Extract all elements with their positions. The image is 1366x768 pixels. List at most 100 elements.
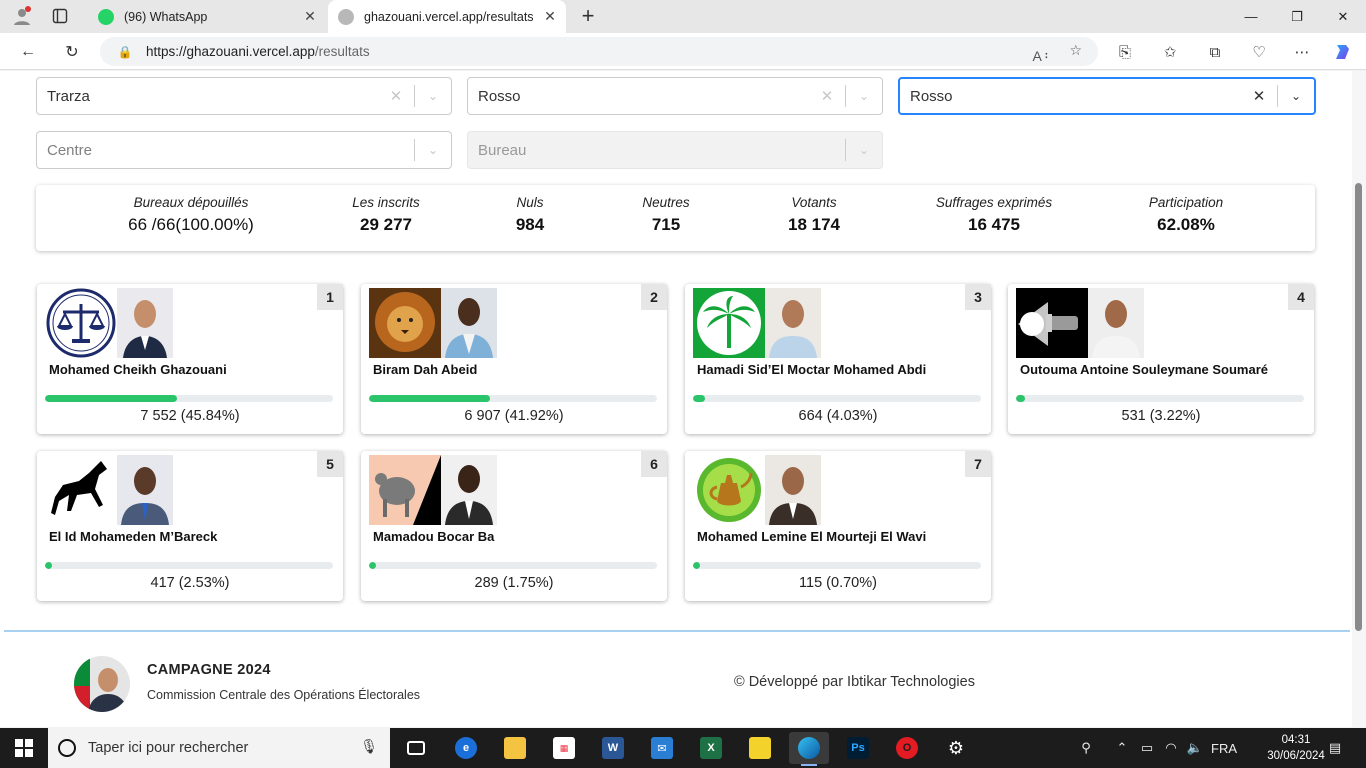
centre-select[interactable]: Centre ⌄ bbox=[36, 131, 452, 169]
candidate-card[interactable]: 6 Mamadou Bocar Ba 289 (1.75%) bbox=[361, 451, 667, 601]
candidate-card[interactable]: 1 Mohamed Cheikh Ghazouani 7 552 (45.84%… bbox=[37, 284, 343, 434]
taskbar-search[interactable]: Taper ici pour rechercher 🎙 bbox=[48, 728, 390, 768]
collections-icon[interactable]: ⧉ bbox=[1202, 39, 1228, 65]
photoshop-icon[interactable]: Ps bbox=[838, 732, 878, 764]
vote-progress-fill bbox=[45, 395, 178, 402]
profile-icon[interactable] bbox=[10, 5, 34, 27]
rank-badge: 6 bbox=[641, 451, 667, 477]
close-icon[interactable]: ✕ bbox=[300, 8, 320, 25]
candidate-name: Mohamed Cheikh Ghazouani bbox=[49, 362, 227, 377]
microphone-icon[interactable]: 🎙 bbox=[360, 738, 378, 755]
more-options-icon[interactable]: ⋯ bbox=[1289, 39, 1315, 65]
vote-progress-bar bbox=[369, 562, 657, 569]
tab-whatsapp[interactable]: (96) WhatsApp ✕ bbox=[88, 0, 326, 33]
url-path: /resultats bbox=[314, 44, 370, 59]
search-placeholder: Taper ici pour rechercher bbox=[88, 740, 249, 756]
close-icon[interactable]: ✕ bbox=[540, 8, 560, 25]
region-value: Trarza bbox=[47, 87, 90, 105]
vote-progress-fill bbox=[693, 395, 705, 402]
new-tab-icon[interactable]: + bbox=[576, 4, 600, 28]
tab-title: ghazouani.vercel.app/resultats bbox=[364, 9, 534, 24]
candidate-card[interactable]: 3 Hamadi Sid’El Moctar Mohamed Abdi 664 … bbox=[685, 284, 991, 434]
notifications-icon[interactable]: ▤ bbox=[1320, 728, 1350, 768]
region-select[interactable]: Trarza ✕ ⌄ bbox=[36, 77, 452, 115]
excel-icon[interactable]: X bbox=[691, 732, 731, 764]
chevron-down-icon[interactable]: ⌄ bbox=[415, 143, 451, 157]
opera-icon[interactable]: O bbox=[887, 732, 927, 764]
refresh-icon[interactable]: ↻ bbox=[59, 39, 85, 65]
wifi-icon[interactable]: ◠ bbox=[1160, 728, 1182, 768]
chevron-down-icon[interactable]: ⌄ bbox=[415, 89, 451, 103]
favorites-icon[interactable]: ✩ bbox=[1157, 39, 1183, 65]
candidate-card[interactable]: 7 Mohamed Lemine El Mourteji El Wavi 115… bbox=[685, 451, 991, 601]
settings-gear-icon[interactable]: ⚙ bbox=[936, 732, 976, 764]
candidate-photo bbox=[1088, 288, 1144, 358]
clear-icon[interactable]: ✕ bbox=[809, 87, 845, 105]
zebu-icon bbox=[369, 455, 441, 525]
lion-icon bbox=[369, 288, 441, 358]
vote-progress-bar bbox=[369, 395, 657, 402]
horse-icon bbox=[45, 455, 117, 525]
favorite-star-icon[interactable]: ☆ bbox=[1069, 42, 1082, 66]
tab-resultats[interactable]: ghazouani.vercel.app/resultats ✕ bbox=[328, 0, 566, 33]
tab-actions-icon[interactable] bbox=[48, 5, 72, 27]
page-content: Trarza ✕ ⌄ Rosso ✕ ⌄ Rosso ✕ ⌄ Centre ⌄ … bbox=[0, 71, 1366, 727]
restore-icon[interactable]: ❐ bbox=[1274, 0, 1320, 33]
rank-badge: 7 bbox=[965, 451, 991, 477]
people-icon[interactable]: ⚲ bbox=[1074, 728, 1098, 768]
task-view-icon[interactable] bbox=[396, 732, 436, 764]
edge-legacy-icon[interactable]: e bbox=[446, 732, 486, 764]
read-aloud-icon[interactable]: A᠄ bbox=[1032, 42, 1047, 66]
taskbar-clock[interactable]: 04:31 30/06/2024 bbox=[1266, 732, 1326, 764]
clock-date: 30/06/2024 bbox=[1267, 750, 1325, 762]
copilot-icon[interactable] bbox=[1330, 39, 1356, 65]
candidate-votes: 417 (2.53%) bbox=[150, 575, 230, 591]
word-icon[interactable]: W bbox=[593, 732, 633, 764]
vote-progress-bar bbox=[45, 562, 333, 569]
clear-icon[interactable]: ✕ bbox=[1241, 87, 1277, 105]
close-window-icon[interactable]: ✕ bbox=[1320, 0, 1366, 33]
candidate-name: Outouma Antoine Souleymane Soumaré bbox=[1020, 362, 1269, 377]
stat-exprimes: Suffrages exprimés 16 475 bbox=[936, 195, 1052, 235]
volume-icon[interactable]: 🔈 bbox=[1184, 728, 1206, 768]
edge-icon[interactable] bbox=[789, 732, 829, 766]
sticky-notes-icon[interactable] bbox=[740, 732, 780, 764]
bureau-select: Bureau ⌄ bbox=[467, 131, 883, 169]
rank-badge: 5 bbox=[317, 451, 343, 477]
footer-copyright: © Développé par Ibtikar Technologies bbox=[734, 674, 975, 690]
back-icon[interactable]: ← bbox=[15, 39, 41, 65]
candidate-card[interactable]: 4 Outouma Antoine Souleymane Soumaré 531… bbox=[1008, 284, 1314, 434]
mail-icon[interactable]: ✉ bbox=[642, 732, 682, 764]
candidate-name: Biram Dah Abeid bbox=[373, 362, 478, 377]
commune-select[interactable]: Rosso ✕ ⌄ bbox=[898, 77, 1316, 115]
clear-icon[interactable]: ✕ bbox=[378, 87, 414, 105]
bureau-placeholder: Bureau bbox=[478, 141, 527, 159]
browser-essentials-icon[interactable]: ♡ bbox=[1246, 39, 1272, 65]
file-explorer-icon[interactable] bbox=[495, 732, 535, 764]
candidate-votes: 664 (4.03%) bbox=[798, 408, 878, 424]
candidate-card[interactable]: 2 Biram Dah Abeid 6 907 (41.92%) bbox=[361, 284, 667, 434]
chevron-down-icon[interactable]: ⌄ bbox=[846, 89, 882, 103]
candidate-photo bbox=[117, 288, 173, 358]
minimize-icon[interactable]: — bbox=[1228, 0, 1274, 33]
candidate-name: Mohamed Lemine El Mourteji El Wavi bbox=[697, 529, 927, 544]
department-select[interactable]: Rosso ✕ ⌄ bbox=[467, 77, 883, 115]
split-screen-icon[interactable]: ⎘ bbox=[1112, 39, 1138, 65]
store-icon[interactable]: ▦ bbox=[544, 732, 584, 764]
search-icon bbox=[58, 739, 76, 757]
address-bar[interactable]: 🔒 https://ghazouani.vercel.app/resultats… bbox=[100, 37, 1098, 66]
windows-start-icon[interactable] bbox=[0, 728, 48, 768]
battery-icon[interactable]: ▭ bbox=[1136, 728, 1158, 768]
chevron-down-icon[interactable]: ⌄ bbox=[1278, 89, 1314, 103]
stat-inscrits: Les inscrits 29 277 bbox=[352, 195, 420, 235]
balance-scale-icon bbox=[45, 288, 117, 358]
candidate-card[interactable]: 5 El Id Mohameden M’Bareck 417 (2.53%) bbox=[37, 451, 343, 601]
scrollbar-thumb[interactable] bbox=[1355, 183, 1362, 631]
vote-progress-fill bbox=[1016, 395, 1026, 402]
language-indicator[interactable]: FRA bbox=[1208, 728, 1240, 768]
chevron-up-icon[interactable]: ⌃ bbox=[1112, 728, 1132, 768]
teapot-icon bbox=[693, 455, 765, 525]
candidate-photo bbox=[765, 455, 821, 525]
stat-bureaux: Bureaux dépouillés 66 /66(100.00%) bbox=[128, 195, 254, 235]
stat-votants: Votants 18 174 bbox=[788, 195, 840, 235]
